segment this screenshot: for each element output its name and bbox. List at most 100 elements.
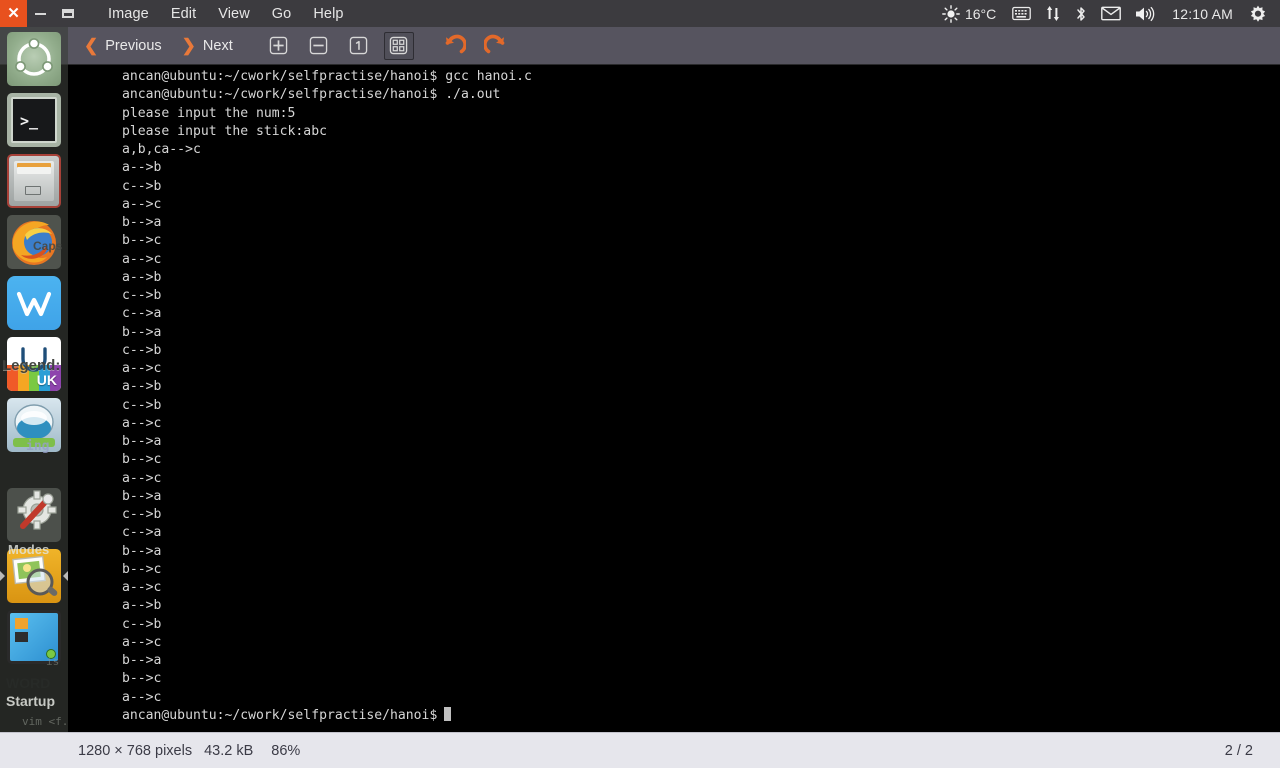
terminal-line: a-->c xyxy=(122,196,162,212)
terminal-line: a-->c xyxy=(122,470,162,486)
network-indicator[interactable] xyxy=(1038,0,1068,27)
bleed-text-word: WORD xyxy=(6,675,51,691)
update-manager-icon xyxy=(7,488,61,542)
status-bar: 1280 × 768 pixels 43.2 kB 86% 2 / 2 xyxy=(0,732,1280,768)
previous-button[interactable]: ❮ Previous xyxy=(76,35,170,56)
terminal-line: b-->a xyxy=(122,653,162,668)
zoom-normal-button[interactable] xyxy=(344,32,374,60)
top-menu-bar[interactable]: ✕ Image Edit View Go Help 16°C 12:10 AM xyxy=(0,0,1280,27)
minimize-icon xyxy=(35,12,46,15)
launcher-item-firefox[interactable] xyxy=(7,215,61,269)
next-button[interactable]: ❯ Next xyxy=(174,35,241,56)
remote-desktop-icon xyxy=(7,610,61,664)
zoom-in-icon xyxy=(270,36,288,55)
app-toolbar[interactable]: ❮ Previous ❯ Next xyxy=(0,27,1280,65)
menu-help[interactable]: Help xyxy=(302,3,354,25)
close-button[interactable]: ✕ xyxy=(0,0,27,27)
zoom-best-fit-icon xyxy=(390,36,408,55)
terminal-line: a-->c xyxy=(122,580,162,595)
rotate-right-button[interactable] xyxy=(479,31,513,61)
launcher-item-wps-writer[interactable] xyxy=(7,276,61,330)
terminal-line: please input the num:5 xyxy=(122,105,296,121)
temperature-label: 16°C xyxy=(964,5,997,22)
page-counter-label: 2 / 2 xyxy=(1224,742,1253,759)
ubuntu-software-icon: UK xyxy=(7,337,61,391)
terminal-line: c-->a xyxy=(122,525,162,541)
terminal-text: ancan@ubuntu:~/cwork/selfpractise/hanoi$… xyxy=(122,68,532,725)
launcher-item-remote-desktop[interactable] xyxy=(7,610,61,664)
terminal-line: c-->b xyxy=(122,178,162,194)
image-canvas[interactable]: ancan@ubuntu:~/cwork/selfpractise/hanoi$… xyxy=(0,65,1280,732)
terminal-line: b-->c xyxy=(122,671,162,687)
terminal-line: ancan@ubuntu:~/cwork/selfpractise/hanoi$… xyxy=(122,87,501,103)
menu-items[interactable]: Image Edit View Go Help xyxy=(97,3,355,25)
system-menu-indicator[interactable] xyxy=(1242,0,1274,27)
chevron-right-icon: ❯ xyxy=(181,36,196,55)
speaker-icon xyxy=(1136,6,1155,21)
chevron-left-icon: ❮ xyxy=(84,36,99,55)
terminal-icon: >_ xyxy=(7,93,61,147)
zoom-1to1-icon xyxy=(350,36,368,55)
previous-label: Previous xyxy=(105,37,162,54)
terminal-line: a-->c xyxy=(122,415,162,431)
zoom-out-icon xyxy=(310,36,328,55)
rotate-counterclockwise-icon xyxy=(445,34,466,53)
launcher-item-image-viewer[interactable] xyxy=(7,549,61,603)
weather-indicator[interactable]: 16°C xyxy=(940,0,1005,27)
gear-icon xyxy=(1250,5,1266,22)
launcher-item-ubuntu-software[interactable]: UK xyxy=(7,337,61,391)
bleed-text-startup: Startup xyxy=(6,693,55,709)
rotate-left-button[interactable] xyxy=(437,31,471,61)
rotate-clockwise-icon xyxy=(483,34,505,53)
zoom-fit-button[interactable] xyxy=(383,31,414,60)
zoom-in-button[interactable] xyxy=(264,32,294,60)
image-filesize-label: 43.2 kB xyxy=(204,742,254,759)
terminal-line: b-->c xyxy=(122,561,162,577)
menu-view[interactable]: View xyxy=(207,3,261,25)
zoom-out-button[interactable] xyxy=(304,32,334,60)
volume-indicator[interactable] xyxy=(1128,0,1163,27)
unity-launcher[interactable]: ing Legend: Caps Modes WORD Startup Linu… xyxy=(0,27,68,768)
terminal-line: b-->a xyxy=(122,434,162,449)
clock-label: 12:10 AM xyxy=(1172,5,1233,22)
launcher-item-terminal[interactable]: >_ xyxy=(7,93,61,147)
network-updown-icon xyxy=(1047,6,1060,21)
terminal-line: a-->c xyxy=(122,689,162,705)
terminal-line: b-->a xyxy=(122,488,162,504)
terminal-line: a-->c xyxy=(122,361,162,376)
terminal-line: c-->b xyxy=(122,507,162,522)
terminal-line: a-->b xyxy=(122,160,162,176)
menu-image[interactable]: Image xyxy=(97,3,160,25)
envelope-icon xyxy=(1101,6,1122,21)
mail-indicator[interactable] xyxy=(1094,0,1128,27)
wps-writer-icon xyxy=(7,276,61,330)
terminal-line: a-->b xyxy=(122,598,162,614)
terminal-line: a-->b xyxy=(122,379,162,395)
maximize-button[interactable] xyxy=(54,0,81,27)
terminal-line: b-->c xyxy=(122,233,162,249)
launcher-focused-indicator-right xyxy=(63,571,68,581)
terminal-line: ancan@ubuntu:~/cwork/selfpractise/hanoi$… xyxy=(122,69,532,84)
launcher-item-ubuntu-dash[interactable] xyxy=(7,32,61,86)
menu-edit[interactable]: Edit xyxy=(160,3,207,25)
terminal-line: please input the stick:abc xyxy=(122,123,327,139)
terminal-line: a-->c xyxy=(122,634,162,650)
launcher-item-files[interactable] xyxy=(7,154,61,208)
keyboard-indicator[interactable] xyxy=(1005,0,1038,27)
launcher-item-system-settings[interactable] xyxy=(7,398,61,452)
image-dimensions-label: 1280 × 768 pixels xyxy=(78,742,193,759)
clock-indicator[interactable]: 12:10 AM xyxy=(1163,0,1242,27)
next-label: Next xyxy=(202,37,233,54)
terminal-line: a,b,ca-->c xyxy=(122,142,201,157)
launcher-item-update-manager[interactable] xyxy=(7,488,61,542)
sun-icon xyxy=(942,4,960,23)
bluetooth-indicator[interactable] xyxy=(1068,0,1094,27)
minimize-button[interactable] xyxy=(27,0,54,27)
bleed-text-snippet-a: vim <f.. xyxy=(22,715,68,728)
window-controls[interactable]: ✕ xyxy=(0,0,81,27)
indicator-area[interactable]: 16°C 12:10 AM xyxy=(940,0,1280,27)
firefox-icon xyxy=(7,215,61,269)
system-settings-icon xyxy=(7,398,61,452)
terminal-cursor-block xyxy=(444,706,452,721)
menu-go[interactable]: Go xyxy=(261,3,303,25)
